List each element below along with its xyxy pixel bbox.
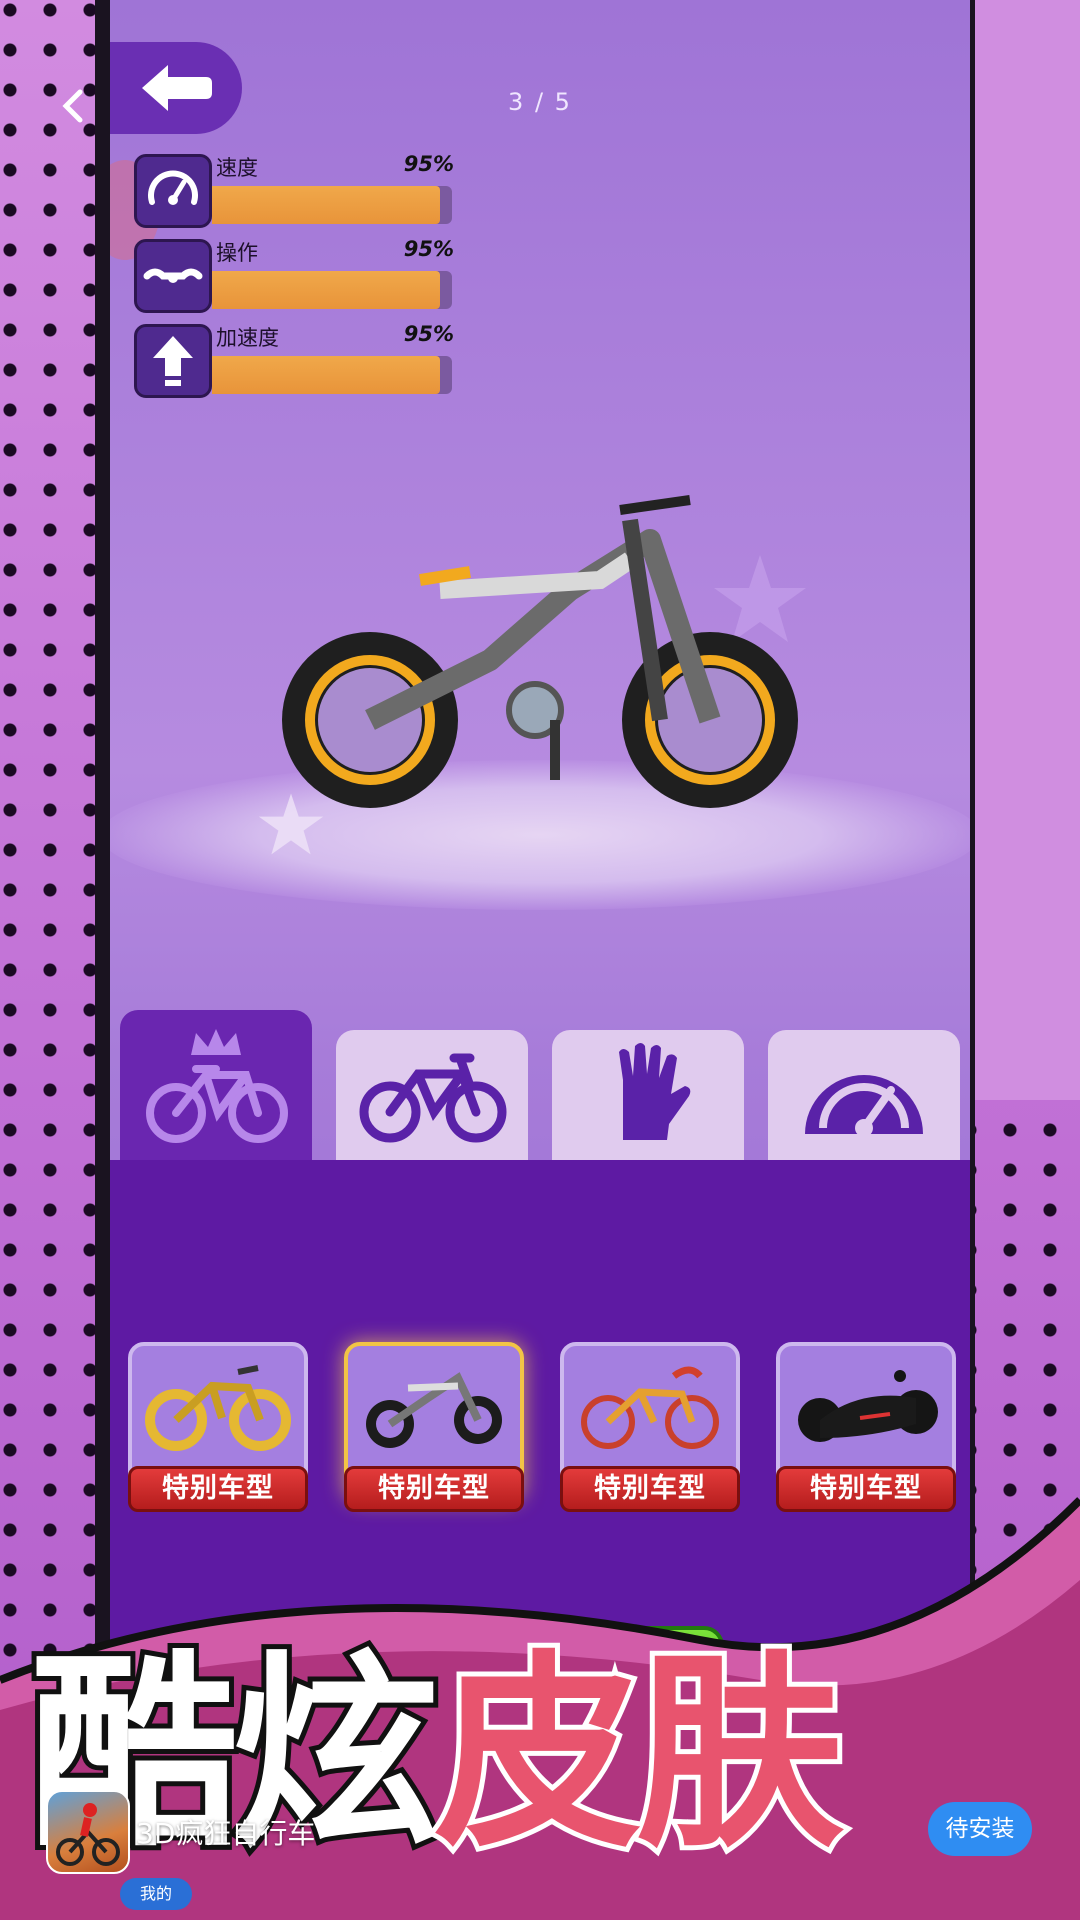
selected-bike-image bbox=[282, 495, 798, 808]
stat-bar bbox=[212, 271, 452, 309]
tab-skins[interactable] bbox=[120, 1010, 312, 1160]
glove-icon bbox=[619, 1043, 691, 1140]
stat-fill bbox=[212, 356, 440, 394]
stat-value: 95% bbox=[403, 152, 454, 176]
stat-value: 95% bbox=[403, 322, 454, 346]
tab-speed[interactable] bbox=[768, 1030, 960, 1160]
cyclist-icon bbox=[56, 1803, 120, 1866]
tab-gloves[interactable] bbox=[552, 1030, 744, 1160]
stat-fill bbox=[212, 271, 440, 309]
stat-fill bbox=[212, 186, 440, 224]
stat-bar bbox=[212, 356, 452, 394]
stat-speed: 速度 95% bbox=[134, 152, 454, 230]
promo-text-pink: 皮肤 bbox=[429, 1634, 849, 1876]
speedometer-icon bbox=[134, 154, 212, 228]
stat-label: 加速度 bbox=[216, 326, 279, 350]
mine-badge[interactable]: 我的 bbox=[120, 1878, 192, 1910]
stat-value: 95% bbox=[403, 237, 454, 261]
up-arrow-icon bbox=[134, 324, 212, 398]
app-name: 3D疯狂自行车 bbox=[136, 1817, 316, 1850]
handlebar-icon bbox=[134, 239, 212, 313]
chevron-left-icon[interactable] bbox=[62, 88, 84, 124]
stat-bar bbox=[212, 186, 452, 224]
stat-acceleration: 加速度 95% bbox=[134, 322, 454, 400]
tab-bikes[interactable] bbox=[336, 1030, 528, 1160]
stat-label: 操作 bbox=[216, 241, 258, 265]
crowned-bike-icon bbox=[146, 1029, 288, 1143]
app-icon[interactable] bbox=[46, 1790, 130, 1874]
background-right bbox=[970, 0, 1080, 1100]
gauge-icon bbox=[805, 1075, 923, 1137]
bike-icon bbox=[359, 1053, 507, 1143]
install-button[interactable]: 待安装 bbox=[928, 1802, 1032, 1856]
stat-label: 速度 bbox=[216, 156, 258, 180]
page-counter: 3 / 5 bbox=[508, 88, 572, 116]
stat-handling: 操作 95% bbox=[134, 237, 454, 315]
